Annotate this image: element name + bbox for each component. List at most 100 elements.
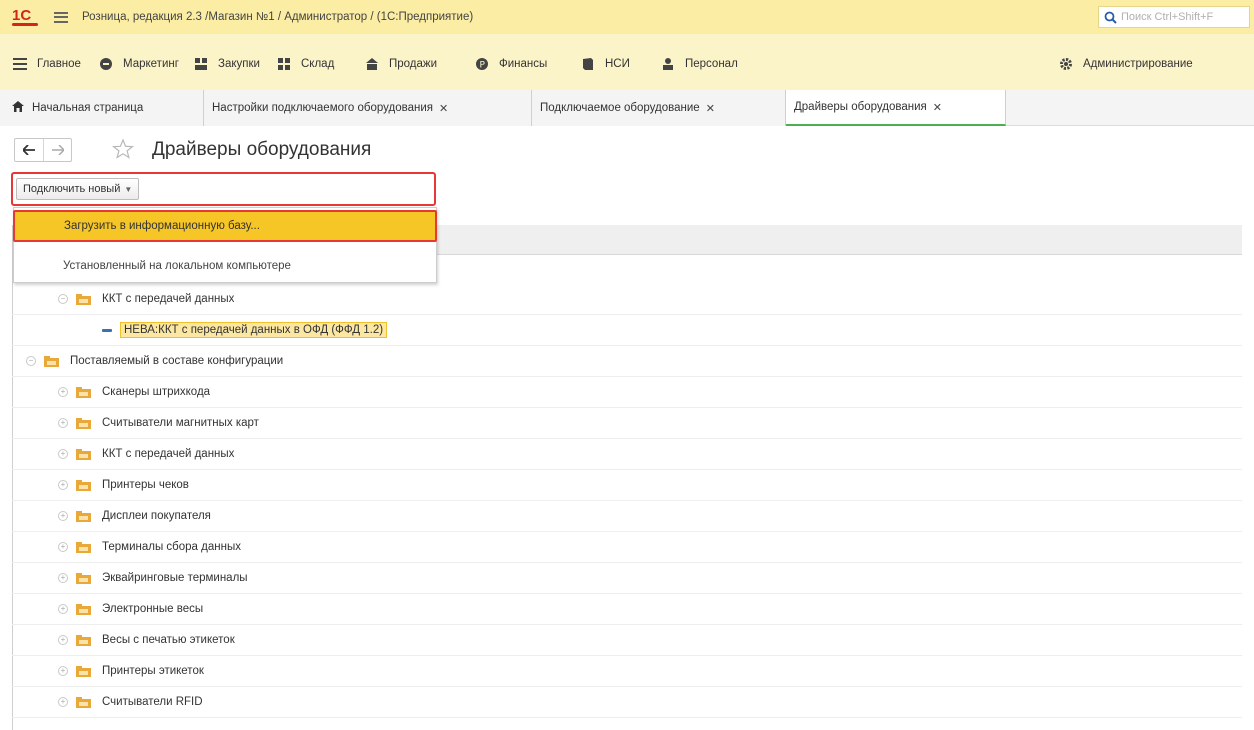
back-button[interactable]	[15, 139, 43, 161]
folder-icon	[76, 448, 91, 460]
section-label: НСИ	[605, 58, 630, 70]
expand-icon[interactable]: +	[58, 697, 68, 707]
sales-icon	[364, 57, 379, 72]
section-label: Маркетинг	[123, 58, 179, 70]
tree-row[interactable]: + Считыватели RFID	[12, 687, 1242, 718]
home-icon	[12, 101, 24, 115]
tree-row[interactable]: + Сканеры штрихкода	[12, 377, 1242, 408]
section-nsi[interactable]: НСИ	[580, 52, 630, 76]
tree-row-label: Сканеры штрихкода	[102, 386, 211, 398]
expand-icon[interactable]: +	[58, 449, 68, 459]
section-purchases[interactable]: Закупки	[193, 52, 260, 76]
tree-row-label: ККТ с передачей данных	[102, 293, 235, 305]
folder-icon	[76, 417, 91, 429]
book-icon	[580, 57, 595, 72]
tree-row-selected[interactable]: НЕВА:ККТ с передачей данных в ОФД (ФФД 1…	[12, 315, 1242, 346]
tree-row[interactable]: + Принтеры чеков	[12, 470, 1242, 501]
expand-icon[interactable]: +	[58, 387, 68, 397]
finance-icon: Р	[474, 57, 489, 72]
folder-icon	[76, 634, 91, 646]
global-search[interactable]	[1098, 6, 1250, 28]
favorite-star-icon[interactable]	[111, 138, 135, 160]
section-label: Персонал	[685, 58, 738, 70]
folder-icon	[76, 603, 91, 615]
collapse-icon[interactable]: −	[26, 356, 36, 366]
tab-connected-equipment[interactable]: Подключаемое оборудование ✕	[532, 90, 786, 126]
tab-label: Подключаемое оборудование	[540, 102, 700, 114]
menu-lines-icon	[12, 57, 27, 72]
section-label: Закупки	[218, 58, 260, 70]
section-personnel[interactable]: Персонал	[660, 52, 738, 76]
search-input[interactable]	[1121, 11, 1247, 23]
section-label: Главное	[37, 58, 81, 70]
svg-text:Р: Р	[479, 61, 485, 71]
menu-item-load-to-infobase[interactable]: Загрузить в информационную базу...	[13, 210, 437, 242]
tree-row-label: НЕВА:ККТ с передачей данных в ОФД (ФФД 1…	[120, 322, 388, 338]
close-icon[interactable]: ✕	[706, 102, 715, 115]
forward-button[interactable]	[43, 139, 71, 161]
tree-row[interactable]: + Весы с печатью этикеток	[12, 625, 1242, 656]
main-menu-icon[interactable]	[54, 11, 68, 23]
expand-icon[interactable]: +	[58, 418, 68, 428]
purchases-icon	[193, 57, 208, 72]
item-icon	[102, 328, 112, 332]
close-icon[interactable]: ✕	[933, 101, 942, 114]
folder-icon	[76, 479, 91, 491]
section-marketing[interactable]: Маркетинг	[98, 52, 179, 76]
tree-row[interactable]: + Дисплеи покупателя	[12, 501, 1242, 532]
tab-equipment-drivers[interactable]: Драйверы оборудования ✕	[786, 90, 1006, 126]
folder-icon	[76, 386, 91, 398]
tree-row[interactable]: + Принтеры этикеток	[12, 656, 1242, 687]
connect-new-dropdown: Загрузить в информационную базу... Устан…	[13, 207, 437, 283]
button-label: Подключить новый	[23, 183, 121, 195]
arrow-right-icon	[51, 145, 64, 155]
tab-label: Драйверы оборудования	[794, 101, 927, 113]
connect-new-button[interactable]: Подключить новый ▼	[16, 178, 140, 200]
warehouse-icon	[276, 57, 291, 72]
chevron-down-icon: ▼	[124, 184, 133, 194]
window-title: Розница, редакция 2.3 /Магазин №1 / Адми…	[82, 11, 474, 23]
tree-row[interactable]: + Электронные весы	[12, 594, 1242, 625]
section-administration[interactable]: Администрирование	[1058, 52, 1193, 76]
collapse-icon[interactable]: −	[58, 294, 68, 304]
section-warehouse[interactable]: Склад	[276, 52, 334, 76]
tree-row-label: Принтеры чеков	[102, 479, 189, 491]
tree-row-label: Принтеры этикеток	[102, 665, 204, 677]
folder-icon	[76, 541, 91, 553]
tree-row-label: Электронные весы	[102, 603, 204, 615]
section-label: Администрирование	[1083, 58, 1193, 70]
1c-logo: 1C	[12, 8, 40, 26]
tree-row[interactable]: + Считыватели магнитных карт	[12, 408, 1242, 439]
folder-icon	[76, 293, 91, 305]
folder-icon	[76, 665, 91, 677]
section-finance[interactable]: Р Финансы	[474, 52, 547, 76]
tree-row[interactable]: + ККТ с передачей данных	[12, 439, 1242, 470]
tab-label: Настройки подключаемого оборудования	[212, 102, 434, 114]
section-main[interactable]: Главное	[12, 52, 81, 76]
folder-icon	[76, 696, 91, 708]
person-icon	[660, 57, 675, 72]
tree-row[interactable]: + Эквайринговые терминалы	[12, 563, 1242, 594]
menu-item-installed-locally[interactable]: Установленный на локальном компьютере	[14, 250, 436, 282]
expand-icon[interactable]: +	[58, 542, 68, 552]
tab-home[interactable]: Начальная страница	[0, 90, 204, 126]
badge-icon	[98, 57, 113, 72]
tab-equipment-settings[interactable]: Настройки подключаемого оборудования ✕	[204, 90, 532, 126]
folder-icon	[76, 510, 91, 522]
expand-icon[interactable]: +	[58, 666, 68, 676]
expand-icon[interactable]: +	[58, 511, 68, 521]
tab-label: Начальная страница	[32, 102, 144, 114]
expand-icon[interactable]: +	[58, 573, 68, 583]
tree-row[interactable]: − ККТ с передачей данных	[12, 284, 1242, 315]
section-label: Продажи	[389, 58, 438, 70]
tree-row-label: Эквайринговые терминалы	[102, 572, 248, 584]
expand-icon[interactable]: +	[58, 480, 68, 490]
tree-row[interactable]: − Поставляемый в составе конфигурации	[12, 346, 1242, 377]
close-icon[interactable]: ✕	[439, 102, 448, 115]
expand-icon[interactable]: +	[58, 635, 68, 645]
title-bar: 1C Розница, редакция 2.3 /Магазин №1 / А…	[0, 0, 1254, 34]
expand-icon[interactable]: +	[58, 604, 68, 614]
tree-row[interactable]: + Терминалы сбора данных	[12, 532, 1242, 563]
section-sales[interactable]: Продажи	[364, 52, 437, 76]
section-label: Склад	[301, 58, 335, 70]
